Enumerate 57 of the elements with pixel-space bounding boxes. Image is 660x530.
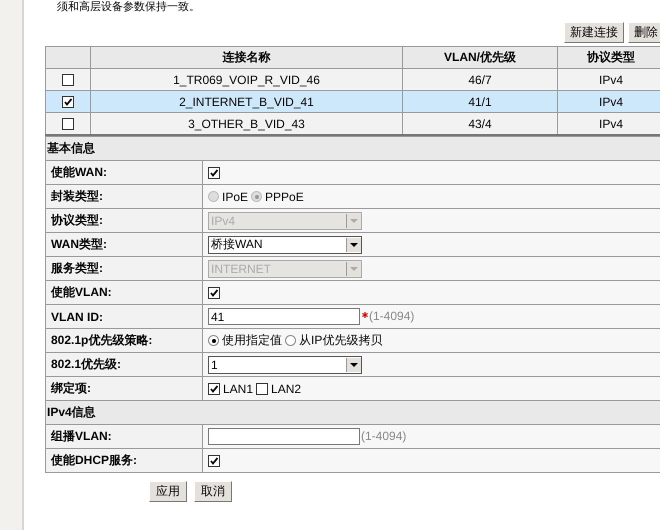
column-header: 连接名称 bbox=[90, 46, 402, 68]
toolbar-button[interactable]: 删除 bbox=[628, 22, 660, 43]
option-label: 从IP优先级拷贝 bbox=[299, 332, 382, 349]
table-cell: 46/7 bbox=[402, 68, 558, 90]
range-hint: (1-4094) bbox=[361, 428, 406, 443]
field-label: 使能WAN: bbox=[46, 160, 202, 184]
intro-text: 须和高层设备参数保持一致。 bbox=[56, 0, 201, 14]
option-label: 使用指定值 bbox=[222, 332, 282, 349]
option-label: LAN1 bbox=[223, 382, 254, 396]
field-label: 802.1p优先级策略: bbox=[46, 328, 202, 352]
row-checkbox[interactable] bbox=[62, 118, 74, 130]
form-button[interactable]: 应用 bbox=[149, 481, 187, 502]
table-cell: IPv4 bbox=[558, 90, 660, 112]
dropdown[interactable]: 1 bbox=[208, 356, 362, 374]
radio-button[interactable] bbox=[208, 335, 219, 346]
table-cell: 2_INTERNET_B_VID_41 bbox=[90, 90, 402, 112]
section-header: 基本信息 bbox=[46, 136, 660, 160]
table-cell: 1_TR069_VOIP_R_VID_46 bbox=[90, 68, 402, 90]
field-label: 使能DHCP服务: bbox=[46, 448, 202, 472]
checkbox[interactable] bbox=[208, 382, 220, 395]
row-checkbox[interactable] bbox=[62, 74, 74, 86]
field-label: 组播VLAN: bbox=[46, 424, 202, 448]
checkbox[interactable] bbox=[208, 167, 220, 180]
radio-button[interactable] bbox=[285, 335, 296, 346]
field-label: 绑定项: bbox=[46, 376, 202, 400]
table-cell: 43/4 bbox=[402, 112, 558, 135]
form-button[interactable]: 取消 bbox=[194, 481, 232, 502]
table-cell: 3_OTHER_B_VID_43 bbox=[90, 112, 402, 135]
column-header: 协议类型 bbox=[558, 46, 660, 68]
checkbox[interactable] bbox=[208, 455, 220, 468]
connection-row[interactable]: 3_OTHER_B_VID_43 43/4 IPv4 bbox=[46, 112, 660, 135]
field-label: 协议类型: bbox=[46, 208, 202, 232]
required-mark-icon bbox=[362, 312, 368, 318]
column-header: VLAN/优先级 bbox=[402, 46, 558, 68]
option-label: PPPoE bbox=[265, 190, 304, 204]
field-label: WAN类型: bbox=[46, 232, 202, 256]
input-field[interactable]: 41 bbox=[208, 308, 360, 325]
field-label: VLAN ID: bbox=[46, 304, 202, 328]
field-label: 服务类型: bbox=[46, 256, 202, 280]
section-header: IPv4信息 bbox=[46, 400, 660, 424]
input-field[interactable] bbox=[208, 428, 360, 445]
connection-row[interactable]: 1_TR069_VOIP_R_VID_46 46/7 IPv4 bbox=[46, 68, 660, 90]
option-label: IPoE bbox=[222, 190, 248, 204]
checkbox[interactable] bbox=[256, 382, 268, 395]
connection-row[interactable]: 2_INTERNET_B_VID_41 41/1 IPv4 bbox=[46, 90, 660, 112]
row-checkbox[interactable] bbox=[62, 96, 74, 108]
field-label: 802.1优先级: bbox=[46, 352, 202, 376]
table-cell: 41/1 bbox=[402, 90, 558, 112]
dropdown[interactable]: 桥接WAN bbox=[208, 236, 362, 254]
range-hint: (1-4094) bbox=[369, 308, 414, 323]
field-label: 封装类型: bbox=[46, 184, 202, 208]
toolbar-button[interactable]: 新建连接 bbox=[564, 22, 624, 43]
option-label: LAN2 bbox=[271, 382, 302, 396]
field-label: 使能VLAN: bbox=[46, 280, 202, 304]
table-cell: IPv4 bbox=[558, 112, 660, 135]
table-cell: IPv4 bbox=[558, 68, 660, 90]
checkbox[interactable] bbox=[208, 287, 220, 300]
